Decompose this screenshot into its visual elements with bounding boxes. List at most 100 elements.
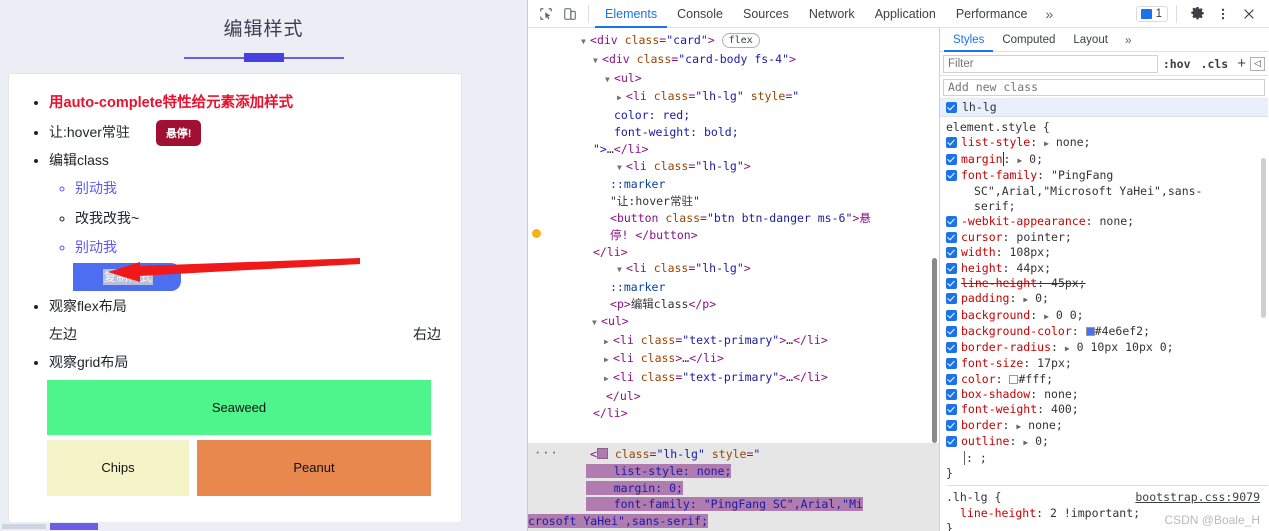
color-swatch[interactable]	[1009, 374, 1019, 384]
style-declaration[interactable]: width: 108px;	[946, 245, 1268, 260]
declaration-name[interactable]: color	[961, 372, 996, 386]
declaration-value[interactable]: ▶ 0 0;	[1044, 308, 1083, 322]
rule-source-link[interactable]: bootstrap.css:9079	[1135, 490, 1268, 505]
style-declaration[interactable]: color: #fff;	[946, 372, 1268, 387]
empty-declaration[interactable]: : ;	[964, 450, 987, 465]
declaration-checkbox[interactable]	[946, 262, 957, 274]
declaration-name[interactable]: border-radius	[961, 340, 1051, 354]
style-declaration[interactable]: cursor: pointer;	[946, 230, 1268, 245]
declaration-name[interactable]: line-height	[961, 276, 1037, 290]
declaration-value[interactable]: ▶ 0;	[1017, 152, 1043, 166]
style-declaration[interactable]: -webkit-appearance: none;	[946, 214, 1268, 229]
declaration-value[interactable]: ▶ 0;	[1023, 291, 1049, 305]
selected-node-row[interactable]: < class="lh-lg" style=" list-style: none…	[528, 443, 939, 531]
declaration-name[interactable]: list-style	[961, 135, 1030, 149]
declaration-checkbox[interactable]	[946, 436, 957, 448]
settings-gear-icon[interactable]	[1185, 3, 1209, 25]
declaration-value[interactable]: ▶ none;	[1016, 418, 1062, 432]
breakpoint-dot-icon[interactable]	[532, 229, 541, 238]
dom-tree-row[interactable]: ::marker	[528, 176, 939, 193]
declaration-value[interactable]: ▶ 0 10px 10px 0;	[1065, 340, 1174, 354]
declaration-value[interactable]: "PingFang	[1051, 168, 1113, 182]
declaration-checkbox[interactable]	[946, 404, 957, 416]
declaration-checkbox[interactable]	[946, 419, 957, 431]
dom-tree-row[interactable]: ▶ <li class>…</li>	[528, 350, 939, 369]
class-checkbox[interactable]	[946, 101, 957, 113]
scrollbar-thumb-active[interactable]	[50, 523, 98, 530]
dom-tree-row[interactable]: ">…</li>	[528, 141, 939, 158]
declaration-name[interactable]: background-color	[961, 324, 1072, 338]
tab-elements[interactable]: Elements	[595, 0, 667, 28]
declaration-value[interactable]: 400;	[1051, 402, 1079, 416]
style-declaration[interactable]: font-size: 17px;	[946, 356, 1268, 371]
declaration-checkbox[interactable]	[946, 326, 957, 338]
page-horizontal-scrollbar[interactable]	[0, 522, 527, 531]
dom-tree-row[interactable]: ▼ <ul>	[528, 70, 939, 89]
dom-tree-row[interactable]: </li>	[528, 405, 939, 422]
add-new-class-input[interactable]	[943, 78, 1265, 96]
scrollbar-thumb-left[interactable]	[2, 524, 46, 529]
style-declaration[interactable]: height: 44px;	[946, 261, 1268, 276]
style-declaration[interactable]: font-family: "PingFang	[946, 168, 1268, 183]
declaration-value[interactable]: #fff;	[1009, 372, 1053, 386]
dom-tree-row[interactable]: color: red;	[528, 107, 939, 124]
tab-performance[interactable]: Performance	[946, 0, 1038, 28]
dom-tree-row[interactable]: </ul>	[528, 388, 939, 405]
declaration-name[interactable]: height	[961, 261, 1003, 275]
declaration-checkbox[interactable]	[946, 153, 957, 165]
declaration-value[interactable]: #4e6ef2;	[1085, 324, 1150, 338]
style-declaration[interactable]: padding: ▶ 0;	[946, 291, 1268, 307]
new-style-rule-button[interactable]: +	[1233, 55, 1250, 72]
declaration-checkbox[interactable]	[946, 293, 957, 305]
close-icon[interactable]	[1237, 3, 1261, 25]
dom-tree-row[interactable]: ::marker	[528, 279, 939, 296]
declaration-name[interactable]: box-shadow	[961, 387, 1030, 401]
declaration-name[interactable]: background	[961, 308, 1030, 322]
declaration-checkbox[interactable]	[946, 137, 957, 149]
declaration-checkbox[interactable]	[946, 278, 957, 290]
hover-demo-button[interactable]: 悬停!	[155, 120, 202, 147]
style-declaration[interactable]: list-style: ▶ none;	[946, 135, 1268, 151]
styles-vertical-scrollbar[interactable]	[1261, 158, 1266, 318]
declaration-value[interactable]: none;	[1099, 214, 1134, 228]
style-declaration[interactable]: margin: ▶ 0;	[946, 151, 1268, 168]
declaration-name[interactable]: outline	[961, 434, 1009, 448]
declaration-checkbox[interactable]	[946, 247, 957, 259]
styles-more-tabs-icon[interactable]: »	[1117, 33, 1140, 47]
rule-prop-name[interactable]: line-height	[960, 506, 1036, 520]
tab-network[interactable]: Network	[799, 0, 865, 28]
declaration-name[interactable]: border	[961, 418, 1003, 432]
style-declaration[interactable]: border: ▶ none;	[946, 418, 1268, 434]
declaration-name[interactable]: font-size	[961, 356, 1023, 370]
declaration-checkbox[interactable]	[946, 231, 957, 243]
declaration-name[interactable]: font-weight	[961, 402, 1037, 416]
rule-prop-value[interactable]: 2 !important;	[1050, 506, 1140, 520]
declaration-checkbox[interactable]	[946, 216, 957, 228]
dom-tree-row[interactable]: font-weight: bold;	[528, 124, 939, 141]
dom-tree-row[interactable]: ▼ <ul>	[528, 313, 939, 332]
dom-tree-row[interactable]: <p>编辑class</p>	[528, 296, 939, 313]
tab-styles[interactable]: Styles	[944, 28, 993, 52]
declaration-value[interactable]: 108px;	[1009, 245, 1051, 259]
declaration-list[interactable]: list-style: ▶ none; margin: ▶ 0; font-fami…	[946, 135, 1268, 450]
class-toggle-row[interactable]: lh-lg	[940, 99, 1268, 117]
dom-tree[interactable]: ▼ <div class="card"> flex ▼ <div class="car…	[528, 28, 939, 422]
sub-list-item-dont-touch-2[interactable]: 别动我	[75, 233, 445, 262]
declaration-checkbox[interactable]	[946, 358, 957, 370]
more-tabs-icon[interactable]: »	[1037, 6, 1061, 22]
more-vertical-icon[interactable]	[1211, 3, 1235, 25]
tab-console[interactable]: Console	[667, 0, 733, 28]
force-state-button[interactable]: :hov	[1158, 57, 1196, 71]
device-toolbar-icon[interactable]	[558, 3, 582, 25]
declaration-name[interactable]: margin	[961, 152, 1003, 166]
inspect-element-icon[interactable]	[534, 3, 558, 25]
style-declaration[interactable]: outline: ▶ 0;	[946, 434, 1268, 450]
declaration-checkbox[interactable]	[946, 170, 957, 182]
style-declaration[interactable]: line-height: 45px;	[946, 276, 1268, 291]
tab-layout[interactable]: Layout	[1064, 28, 1117, 52]
dom-tree-row[interactable]: ▼ <div class="card-body fs-4">	[528, 51, 939, 70]
declaration-name[interactable]: cursor	[961, 230, 1003, 244]
dom-tree-row[interactable]: 停! </button>	[528, 227, 939, 244]
dom-tree-row[interactable]: </li>	[528, 244, 939, 261]
dom-tree-row[interactable]: <button class="btn btn-danger ms-6">悬	[528, 210, 939, 227]
